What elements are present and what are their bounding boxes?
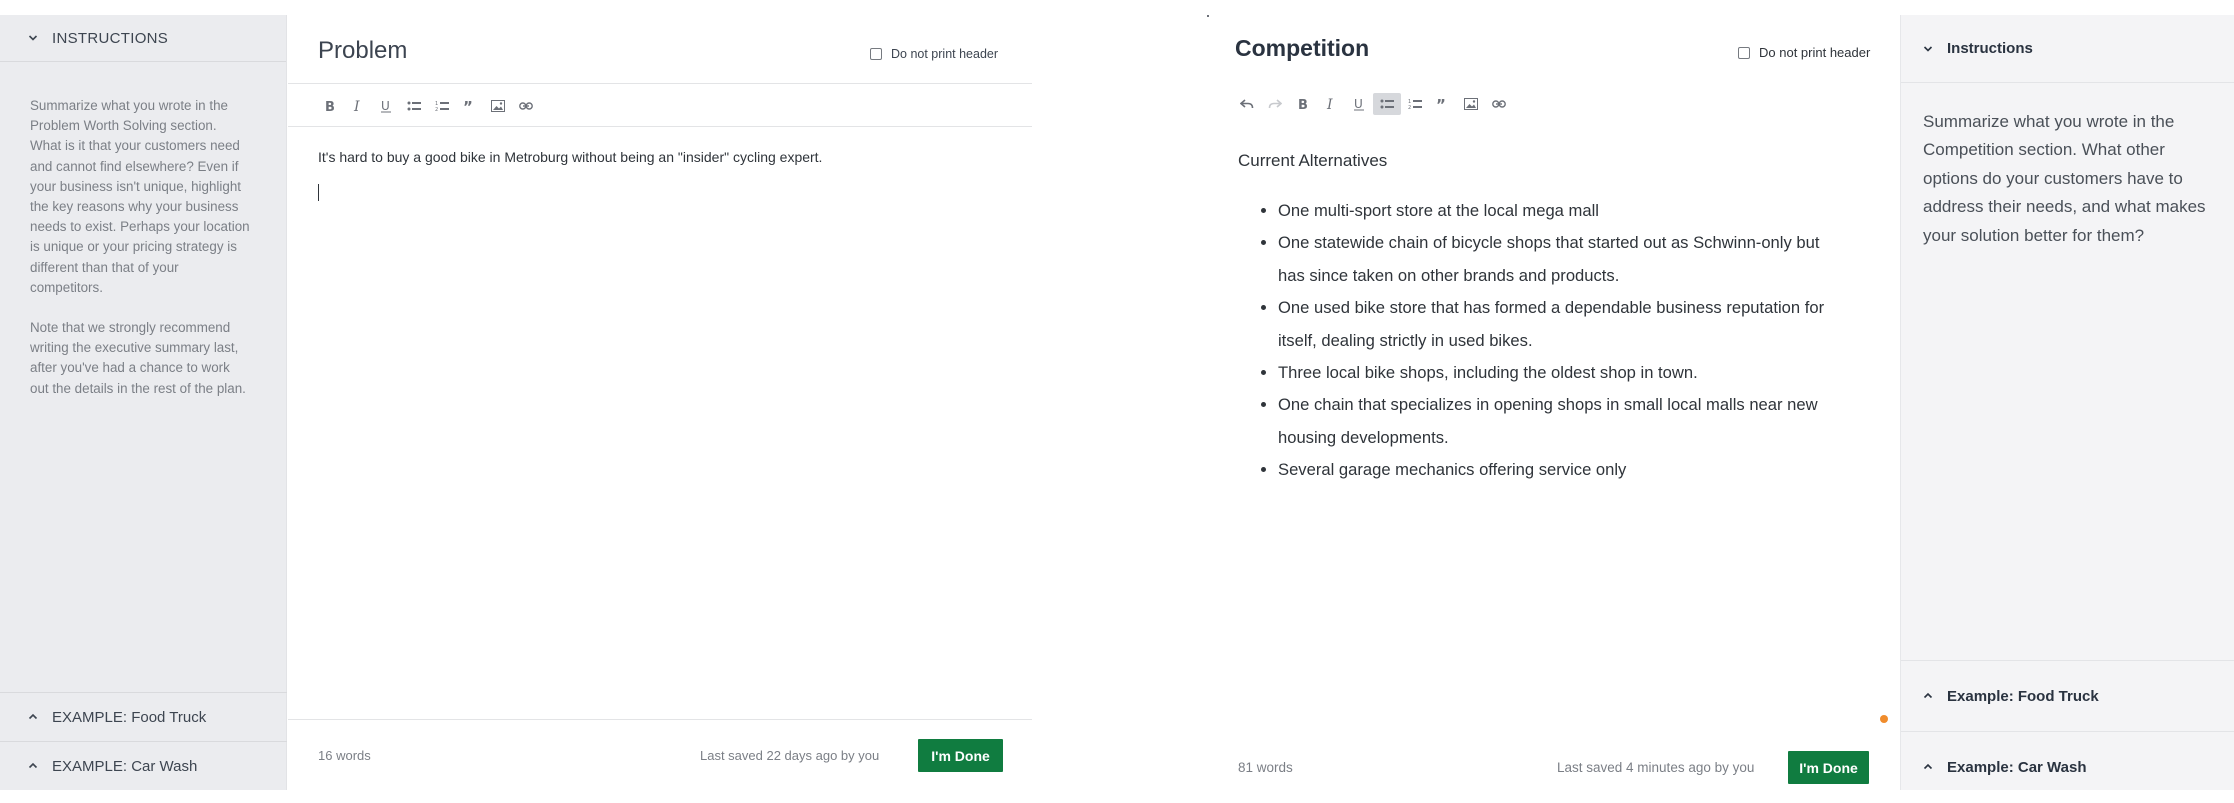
im-done-button[interactable]: I'm Done bbox=[1788, 751, 1869, 784]
no-print-header-checkbox[interactable] bbox=[870, 48, 882, 60]
last-saved-status: Last saved 22 days ago by you bbox=[700, 748, 880, 763]
formatting-toolbar: B I U 12 ” bbox=[316, 95, 540, 117]
chevron-up-icon bbox=[1923, 691, 1933, 701]
image-button[interactable] bbox=[1457, 93, 1485, 115]
no-print-header-label: Do not print header bbox=[891, 47, 999, 61]
chevron-up-icon bbox=[28, 761, 38, 771]
example-food-truck-toggle[interactable]: Example: Food Truck bbox=[1901, 660, 2234, 731]
example-label: EXAMPLE: Food Truck bbox=[52, 708, 207, 726]
word-count: 81 words bbox=[1238, 760, 1293, 775]
bullet-list-button[interactable] bbox=[1373, 93, 1401, 115]
svg-text:U: U bbox=[1354, 97, 1363, 111]
image-button[interactable] bbox=[484, 95, 512, 117]
example-car-wash-toggle[interactable]: Example: Car Wash bbox=[1901, 731, 2234, 802]
example-label: Example: Car Wash bbox=[1947, 758, 2087, 776]
list-item: Three local bike shops, including the ol… bbox=[1278, 357, 1850, 389]
list-item: One multi-sport store at the local mega … bbox=[1278, 195, 1850, 227]
alternatives-list[interactable]: One multi-sport store at the local mega … bbox=[1250, 195, 1850, 487]
bold-button[interactable]: B bbox=[1289, 93, 1317, 115]
undo-button[interactable] bbox=[1233, 93, 1261, 115]
instructions-header: INSTRUCTIONS bbox=[52, 29, 169, 47]
instructions-paragraph: Note that we strongly recommend writing … bbox=[30, 320, 246, 396]
divider bbox=[288, 719, 1032, 720]
instructions-paragraph: Summarize what you wrote in the Problem … bbox=[30, 98, 250, 295]
quote-button[interactable]: ” bbox=[1429, 93, 1457, 115]
underline-button[interactable]: U bbox=[372, 95, 400, 117]
list-item: Several garage mechanics offering servic… bbox=[1278, 454, 1850, 486]
chevron-down-icon bbox=[1923, 44, 1933, 54]
svg-text:2: 2 bbox=[1408, 105, 1411, 110]
text-cursor bbox=[318, 184, 319, 201]
svg-text:”: ” bbox=[463, 100, 473, 112]
divider bbox=[288, 126, 1032, 127]
numbered-list-button[interactable]: 12 bbox=[428, 95, 456, 117]
chevron-down-icon bbox=[28, 33, 38, 43]
svg-text:B: B bbox=[325, 100, 335, 113]
italic-button[interactable]: I bbox=[344, 95, 372, 117]
example-car-wash-toggle[interactable]: EXAMPLE: Car Wash bbox=[0, 741, 287, 790]
svg-text:”: ” bbox=[1436, 98, 1446, 110]
quote-button[interactable]: ” bbox=[456, 95, 484, 117]
bold-button[interactable]: B bbox=[316, 95, 344, 117]
content-heading: Current Alternatives bbox=[1238, 151, 1388, 170]
redo-button[interactable] bbox=[1261, 93, 1289, 115]
right-instructions-panel: Instructions Summarize what you wrote in… bbox=[1900, 15, 2234, 790]
notification-dot bbox=[1880, 715, 1888, 723]
competition-editor: Competition Do not print header B I U 12… bbox=[1205, 0, 1900, 803]
no-print-header-option[interactable]: Do not print header bbox=[870, 47, 998, 61]
link-button[interactable] bbox=[1485, 93, 1513, 115]
left-instructions-panel: INSTRUCTIONS Summarize what you wrote in… bbox=[0, 15, 287, 790]
svg-text:B: B bbox=[1298, 98, 1308, 111]
svg-text:2: 2 bbox=[435, 107, 438, 112]
svg-text:U: U bbox=[381, 99, 390, 113]
no-print-header-checkbox[interactable] bbox=[1738, 46, 1750, 59]
example-label: EXAMPLE: Car Wash bbox=[52, 757, 198, 775]
list-item: One chain that specializes in opening sh… bbox=[1278, 389, 1850, 454]
problem-text-area[interactable]: It's hard to buy a good bike in Metrobur… bbox=[318, 149, 822, 165]
no-print-header-option[interactable]: Do not print header bbox=[1738, 45, 1870, 60]
italic-button[interactable]: I bbox=[1317, 93, 1345, 115]
instructions-toggle[interactable]: INSTRUCTIONS bbox=[0, 15, 286, 62]
last-saved-status: Last saved 4 minutes ago by you bbox=[1557, 760, 1755, 775]
example-label: Example: Food Truck bbox=[1947, 687, 2099, 705]
word-count: 16 words bbox=[318, 748, 371, 763]
example-food-truck-toggle[interactable]: EXAMPLE: Food Truck bbox=[0, 692, 287, 741]
instructions-text: Summarize what you wrote in the Problem … bbox=[0, 62, 286, 399]
instructions-toggle[interactable]: Instructions bbox=[1901, 15, 2234, 83]
no-print-header-label: Do not print header bbox=[1759, 45, 1871, 60]
instructions-header: Instructions bbox=[1947, 40, 2033, 57]
underline-button[interactable]: U bbox=[1345, 93, 1373, 115]
list-item: One used bike store that has formed a de… bbox=[1278, 292, 1850, 357]
bullet-list-button[interactable] bbox=[400, 95, 428, 117]
workspace: INSTRUCTIONS Summarize what you wrote in… bbox=[0, 0, 2234, 803]
section-title: Problem bbox=[318, 37, 408, 64]
instructions-text: Summarize what you wrote in the Competit… bbox=[1923, 112, 2206, 245]
svg-text:I: I bbox=[1326, 97, 1333, 111]
chevron-up-icon bbox=[1923, 762, 1933, 772]
section-title: Competition bbox=[1235, 35, 1370, 61]
formatting-toolbar: B I U 12 ” bbox=[1233, 93, 1513, 115]
numbered-list-button[interactable]: 12 bbox=[1401, 93, 1429, 115]
chevron-up-icon bbox=[28, 712, 38, 722]
divider bbox=[288, 83, 1032, 84]
im-done-button[interactable]: I'm Done bbox=[918, 739, 1003, 772]
problem-editor: Problem Do not print header B I U 12 ” I… bbox=[288, 15, 1032, 790]
list-item: One statewide chain of bicycle shops tha… bbox=[1278, 227, 1850, 292]
link-button[interactable] bbox=[512, 95, 540, 117]
svg-text:I: I bbox=[353, 99, 360, 113]
